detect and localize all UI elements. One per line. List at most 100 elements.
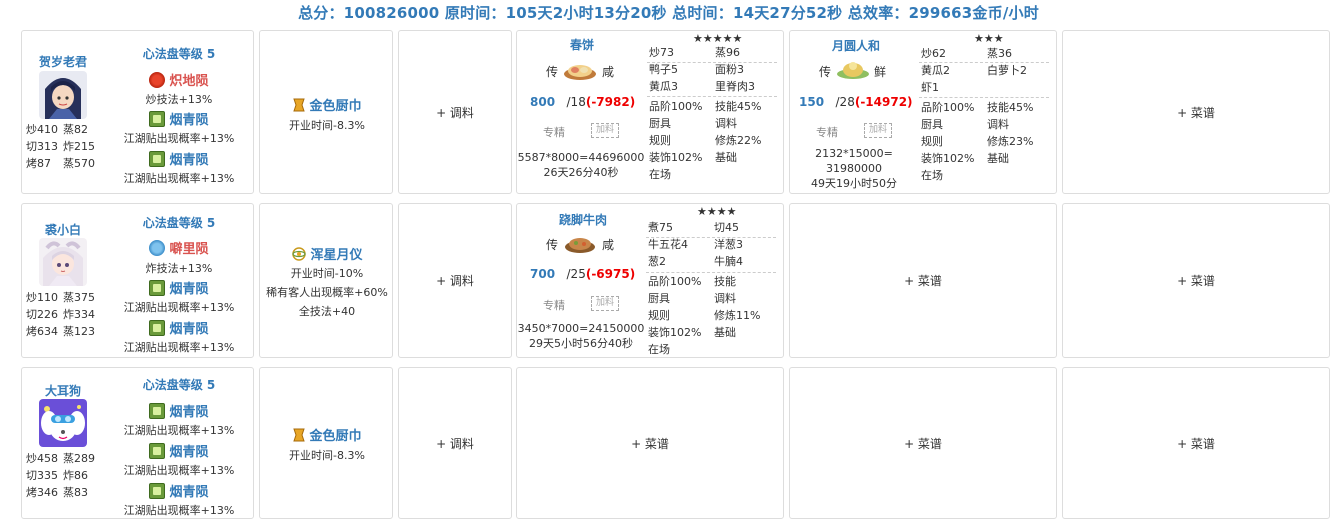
towel-icon: [293, 98, 306, 111]
recipe-rarity: 传: [819, 65, 832, 79]
add-topping-button[interactable]: 加料: [591, 296, 619, 311]
recipe-stars: ★★★: [974, 32, 1004, 45]
recipe-ingredients: 炒62 蒸36 黄瓜2 白萝卜2 虾1: [921, 47, 1027, 94]
divider: [647, 96, 777, 97]
specialty-label: 专精: [543, 299, 565, 312]
recipe-calc: 3450*7000=24150000 29天5小时56分40秒: [517, 322, 645, 350]
green-gem-icon: [149, 402, 166, 419]
dish-icon: [565, 238, 595, 253]
divider: [647, 62, 777, 63]
recipe-rarity: 传: [546, 65, 559, 79]
summary-bar: 总分：100826000 原时间：105天2小时13分20秒 总时间：14天27…: [298, 4, 1039, 22]
green-gem-icon: [149, 279, 166, 296]
add-condiment-button[interactable]: + 调料: [398, 30, 512, 194]
dish-icon: [564, 65, 596, 80]
dish-icon: [837, 62, 869, 79]
gem-desc: 江湖贴出现概率+13%: [123, 341, 235, 354]
equip-card[interactable]: 浑星月仪 开业时间-10% 稀有客人出现概率+60% 全技法+40: [259, 203, 393, 358]
gem-desc: 江湖贴出现概率+13%: [123, 172, 235, 185]
add-recipe-button[interactable]: + 菜谱: [789, 367, 1057, 519]
add-recipe-button[interactable]: + 菜谱: [516, 367, 784, 519]
disk-level: 心法盘等级 5: [142, 378, 216, 392]
recipe-rarity: 传: [546, 238, 559, 252]
equip-desc: 全技法+40: [298, 305, 356, 318]
chef-avatar-dog: [39, 399, 87, 447]
recipe-name: 跷脚牛肉: [558, 213, 607, 227]
add-condiment-button[interactable]: + 调料: [398, 203, 512, 358]
chef-card[interactable]: 裘小白 炒110 蒸375 切226 炸334 烤634 蒸123 心法盘等级 5 噼…: [21, 203, 254, 358]
divider: [919, 97, 1049, 98]
add-recipe-button[interactable]: + 菜谱: [1062, 203, 1330, 358]
chef-avatar-girl: [39, 238, 87, 286]
recipe-card[interactable]: 月圆人和 ★★★ 传 鲜 150 /28(-14972) 专精 加料 2132*…: [789, 30, 1057, 194]
gem-name: 炽地陨: [169, 74, 209, 89]
gem-desc: 炸技法+13%: [145, 262, 213, 275]
chef-stats: 炒410 蒸82 切313 炸215 烤87 蒸570: [26, 123, 95, 170]
equip-name: 金色厨巾: [309, 429, 362, 444]
add-recipe-button[interactable]: + 菜谱: [1062, 30, 1330, 194]
specialty-label: 专精: [816, 126, 838, 139]
gem-name: 烟青陨: [169, 405, 209, 420]
equip-card[interactable]: 金色厨巾 开业时间-8.3%: [259, 30, 393, 194]
green-gem-icon: [149, 442, 166, 459]
gem-name: 烟青陨: [169, 153, 209, 168]
recipe-ingredients: 炒73 蒸96 鸭子5 面粉3 黄瓜3 里脊肉3: [649, 46, 755, 93]
recipe-name: 春饼: [569, 38, 594, 52]
gem-name: 烟青陨: [169, 113, 209, 128]
gem-slot[interactable]: 烟青陨: [104, 401, 254, 420]
gem-slot[interactable]: 烟青陨: [104, 481, 254, 500]
recipe-card[interactable]: 跷脚牛肉 ★★★★ 传 咸 700 /25(-6975) 专精 加料 3450*…: [516, 203, 784, 358]
green-gem-icon: [149, 150, 166, 167]
add-condiment-button[interactable]: + 调料: [398, 367, 512, 519]
gem-slot[interactable]: 烟青陨: [104, 441, 254, 460]
green-gem-icon: [149, 319, 166, 336]
gem-name: 噼里陨: [169, 242, 209, 257]
add-topping-button[interactable]: 加料: [864, 123, 892, 138]
add-recipe-button[interactable]: + 菜谱: [1062, 367, 1330, 519]
equip-name-row: 金色厨巾: [260, 95, 394, 114]
gem-slot[interactable]: 烟青陨: [104, 149, 254, 168]
green-gem-icon: [149, 482, 166, 499]
gem-slot[interactable]: 噼里陨: [104, 238, 254, 257]
equip-desc: 开业时间-8.3%: [289, 449, 365, 462]
gem-slot[interactable]: 烟青陨: [104, 318, 254, 337]
recipe-taste: 鲜: [874, 65, 887, 79]
recipe-bonus: 品阶100% 技能45% 厨具 调料 规则 修炼22% 装饰102% 基础 在场: [649, 100, 762, 181]
chef-stats: 炒458 蒸289 切335 炸86 烤346 蒸83: [26, 452, 95, 499]
towel-icon: [293, 428, 306, 441]
chef-card[interactable]: 贺岁老君 炒410 蒸82 切313 炸215 烤87 蒸570 心法盘等级 5 炽地…: [21, 30, 254, 194]
recipe-stars: ★★★★: [697, 205, 737, 218]
divider: [646, 237, 776, 238]
equip-name-row: 浑星月仪: [260, 244, 394, 263]
chef-name: 贺岁老君: [38, 55, 87, 69]
recipe-quantity[interactable]: 700 /25(-6975): [530, 267, 635, 281]
recipe-quantity[interactable]: 800 /18(-7982): [530, 95, 635, 109]
recipe-ingredients: 煮75 切45 牛五花4 洋葱3 葱2 牛腩4: [648, 221, 743, 268]
equip-desc: 开业时间-10%: [290, 267, 364, 280]
chef-card[interactable]: 大耳狗 炒458 蒸289 切335 炸86 烤346 蒸83 心法盘等级 5 烟青陨…: [21, 367, 254, 519]
add-topping-button[interactable]: 加料: [591, 123, 619, 138]
recipe-card[interactable]: 春饼 ★★★★★ 传 咸 800 /18(-7982) 专精 加料 5587*8…: [516, 30, 784, 194]
chef-name: 大耳狗: [44, 384, 81, 398]
recipe-calc: 2132*15000= 31980000 49天19小时50分: [811, 147, 897, 190]
equip-card[interactable]: 金色厨巾 开业时间-8.3%: [259, 367, 393, 519]
gem-desc: 炒技法+13%: [145, 93, 213, 106]
recipe-quantity[interactable]: 150 /28(-14972): [799, 95, 913, 109]
gem-desc: 江湖贴出现概率+13%: [123, 504, 235, 517]
red-gem-icon: [149, 71, 166, 88]
gem-slot[interactable]: 烟青陨: [104, 109, 254, 128]
gem-desc: 江湖贴出现概率+13%: [123, 464, 235, 477]
equip-desc: 稀有客人出现概率+60%: [266, 286, 388, 299]
chef-avatar-elder: [39, 71, 87, 119]
recipe-taste: 咸: [602, 65, 615, 79]
disk-level: 心法盘等级 5: [142, 216, 216, 230]
recipe-bonus: 品阶100% 技能 厨具 调料 规则 修炼11% 装饰102% 基础 在场: [648, 275, 761, 356]
gem-slot[interactable]: 烟青陨: [104, 278, 254, 297]
gem-desc: 江湖贴出现概率+13%: [123, 301, 235, 314]
recipe-taste: 咸: [602, 238, 615, 252]
recipe-calc: 5587*8000=44696000 26天26分40秒: [517, 151, 645, 179]
gem-name: 烟青陨: [169, 282, 209, 297]
equip-name-row: 金色厨巾: [260, 425, 394, 444]
add-recipe-button[interactable]: + 菜谱: [789, 203, 1057, 358]
gem-slot[interactable]: 炽地陨: [104, 70, 254, 89]
